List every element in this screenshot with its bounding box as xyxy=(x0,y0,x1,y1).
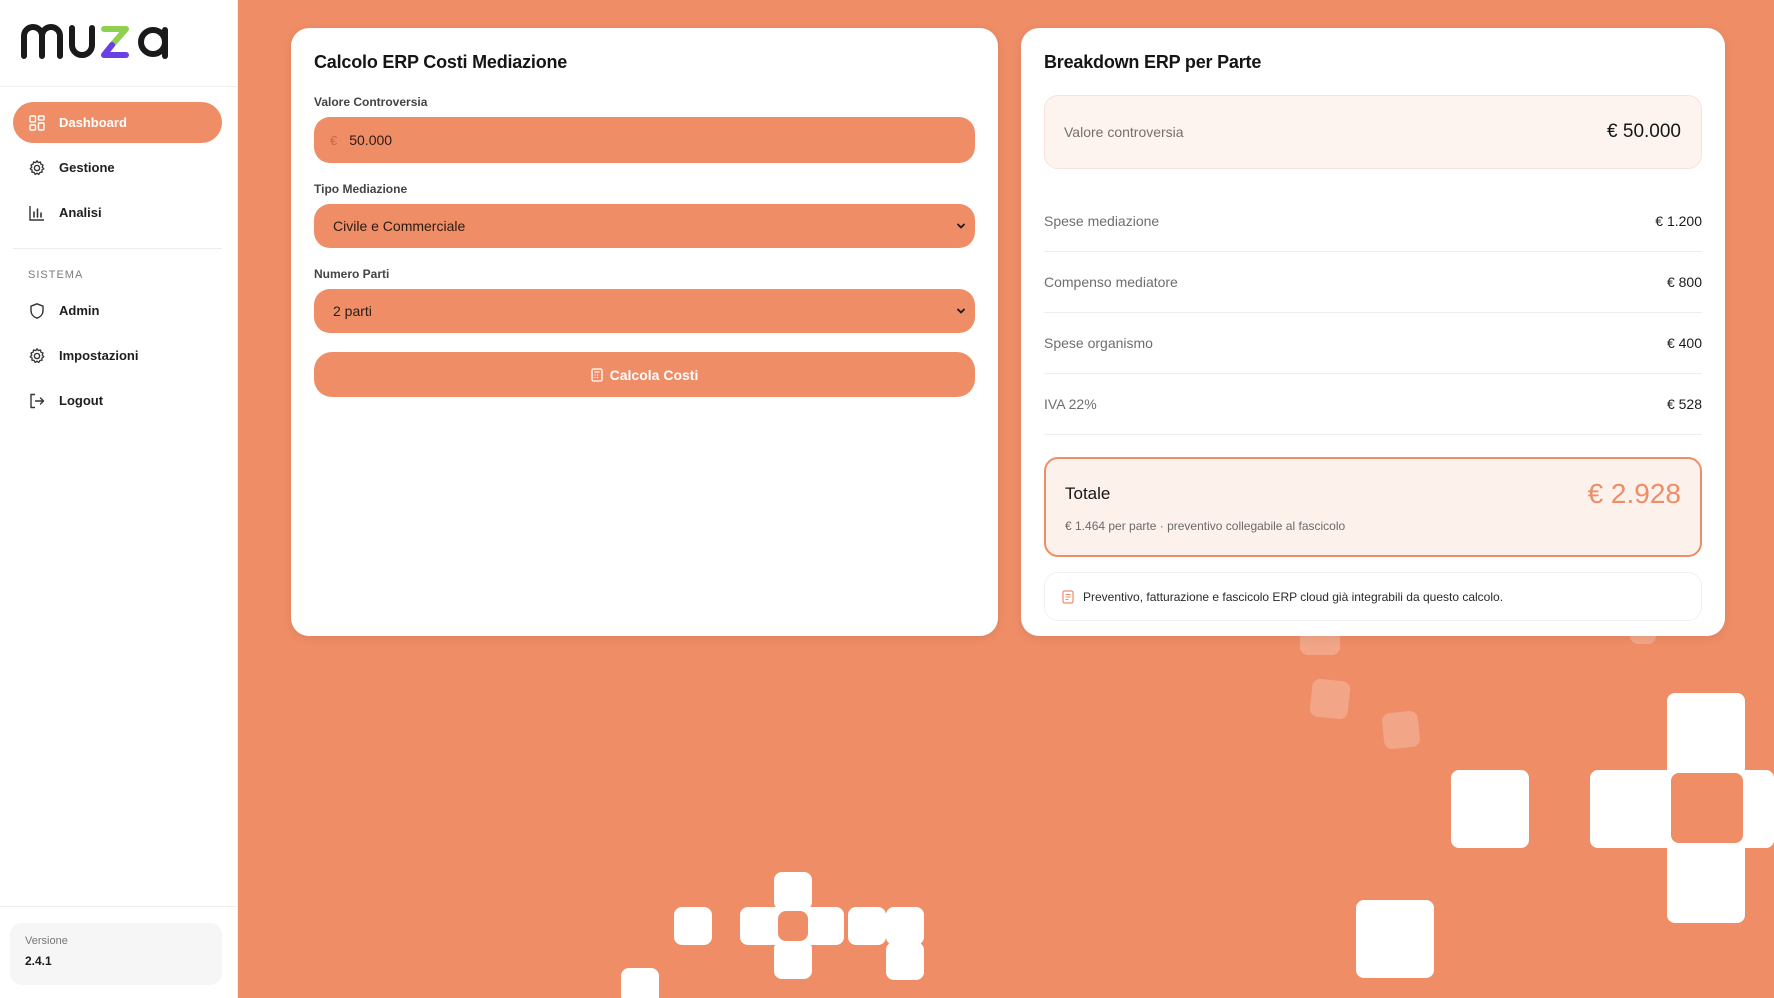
sidebar-item-analisi[interactable]: Analisi xyxy=(13,192,222,233)
document-icon xyxy=(1062,589,1074,604)
sidebar-item-label: Dashboard xyxy=(59,115,127,130)
breakdown-row-spese-organismo: Spese organismo € 400 xyxy=(1044,313,1702,374)
sidebar-item-label: Logout xyxy=(59,393,104,408)
breakdown-row-compenso-mediatore: Compenso mediatore € 800 xyxy=(1044,252,1702,313)
gear-icon xyxy=(28,159,46,177)
valore-label: Valore Controversia xyxy=(314,95,428,109)
decor-square xyxy=(1356,900,1434,978)
breakdown-title: Breakdown ERP per Parte xyxy=(1044,52,1262,72)
row-value: € 400 xyxy=(1666,335,1702,351)
logout-icon xyxy=(28,392,46,410)
tipo-mediazione-select[interactable]: Civile e Commerciale xyxy=(314,204,975,248)
parti-label: Numero Parti xyxy=(314,267,390,281)
gear-icon xyxy=(28,347,46,365)
sidebar-item-gestione[interactable]: Gestione xyxy=(13,147,222,188)
row-value: € 1.200 xyxy=(1655,213,1702,229)
integration-note: Preventivo, fatturazione e fascicolo ERP… xyxy=(1044,572,1702,621)
total-value: € 2.928 xyxy=(1587,478,1681,509)
version-box: Versione 2.4.1 xyxy=(10,923,222,985)
nav-divider xyxy=(13,248,222,249)
numero-parti-select[interactable]: 2 parti xyxy=(314,289,975,333)
main-content: Calcolo ERP Costi Mediazione Valore Cont… xyxy=(238,0,1774,998)
decor-square xyxy=(1381,710,1421,750)
calcola-costi-button[interactable]: Calcola Costi xyxy=(314,352,975,397)
calcola-costi-label: Calcola Costi xyxy=(609,366,699,383)
dashboard-icon xyxy=(28,114,46,132)
breakdown-card: Breakdown ERP per Parte Valore controver… xyxy=(1021,28,1725,636)
sidebar-item-logout[interactable]: Logout xyxy=(13,380,222,421)
summary-label: Valore controversia xyxy=(1064,124,1184,140)
note-text: Preventivo, fatturazione e fascicolo ERP… xyxy=(1083,589,1504,604)
decor-square xyxy=(674,907,712,945)
valore-controversia-summary: Valore controversia € 50.000 xyxy=(1044,95,1702,169)
valore-value: 50.000 xyxy=(349,132,393,148)
sidebar-footer: Versione 2.4.1 xyxy=(0,906,238,998)
decor-square xyxy=(848,907,886,945)
breakdown-row-spese-mediazione: Spese mediazione € 1.200 xyxy=(1044,191,1702,252)
system-nav: Admin Impostazioni Logout xyxy=(0,290,237,421)
tipo-label: Tipo Mediazione xyxy=(314,182,408,196)
row-label: Compenso mediatore xyxy=(1044,274,1178,290)
row-label: Spese mediazione xyxy=(1044,213,1160,229)
decor-square-center xyxy=(778,911,808,941)
chevron-down-icon xyxy=(956,303,966,319)
sidebar: Dashboard Gestione Analisi SISTEMA Admin xyxy=(0,0,238,998)
shield-icon xyxy=(28,302,46,320)
version-label: Versione xyxy=(25,935,68,947)
muza-logo xyxy=(21,24,168,59)
calculator-icon xyxy=(590,367,603,382)
breakdown-row-iva: IVA 22% € 528 xyxy=(1044,374,1702,435)
logo[interactable] xyxy=(0,0,237,87)
total-box: Totale € 2.928 € 1.464 per parte · preve… xyxy=(1044,457,1702,557)
decor-square xyxy=(774,872,812,910)
sidebar-item-label: Analisi xyxy=(59,205,102,220)
row-label: Spese organismo xyxy=(1044,335,1153,351)
bar-chart-icon xyxy=(28,204,46,222)
decor-cross-center xyxy=(1671,773,1743,843)
summary-value: € 50.000 xyxy=(1607,121,1681,142)
row-value: € 528 xyxy=(1666,396,1702,412)
decor-square xyxy=(886,907,924,945)
main-nav: Dashboard Gestione Analisi xyxy=(0,87,237,233)
decor-square xyxy=(886,942,924,980)
decor-square xyxy=(774,941,812,979)
parti-selected: 2 parti xyxy=(333,303,372,319)
chevron-down-icon xyxy=(956,218,966,234)
row-label: IVA 22% xyxy=(1044,396,1097,412)
calculator-card: Calcolo ERP Costi Mediazione Valore Cont… xyxy=(291,28,998,636)
sidebar-item-impostazioni[interactable]: Impostazioni xyxy=(13,335,222,376)
row-value: € 800 xyxy=(1666,274,1702,290)
decor-square xyxy=(1451,770,1529,848)
tipo-selected: Civile e Commerciale xyxy=(333,218,466,234)
sidebar-item-label: Gestione xyxy=(59,160,115,175)
sidebar-item-label: Impostazioni xyxy=(59,348,139,363)
total-subtitle: € 1.464 per parte · preventivo collegabi… xyxy=(1065,519,1346,533)
version-value: 2.4.1 xyxy=(25,954,52,968)
sidebar-item-label: Admin xyxy=(59,303,100,318)
decor-square xyxy=(1309,678,1351,720)
decor-square xyxy=(621,968,659,998)
sidebar-item-admin[interactable]: Admin xyxy=(13,290,222,331)
sidebar-item-dashboard[interactable]: Dashboard xyxy=(13,102,222,143)
calculator-title: Calcolo ERP Costi Mediazione xyxy=(314,52,568,72)
currency-symbol: € xyxy=(330,132,338,148)
valore-controversia-input[interactable]: € 50.000 xyxy=(314,117,975,163)
section-label-sistema: SISTEMA xyxy=(28,269,84,281)
